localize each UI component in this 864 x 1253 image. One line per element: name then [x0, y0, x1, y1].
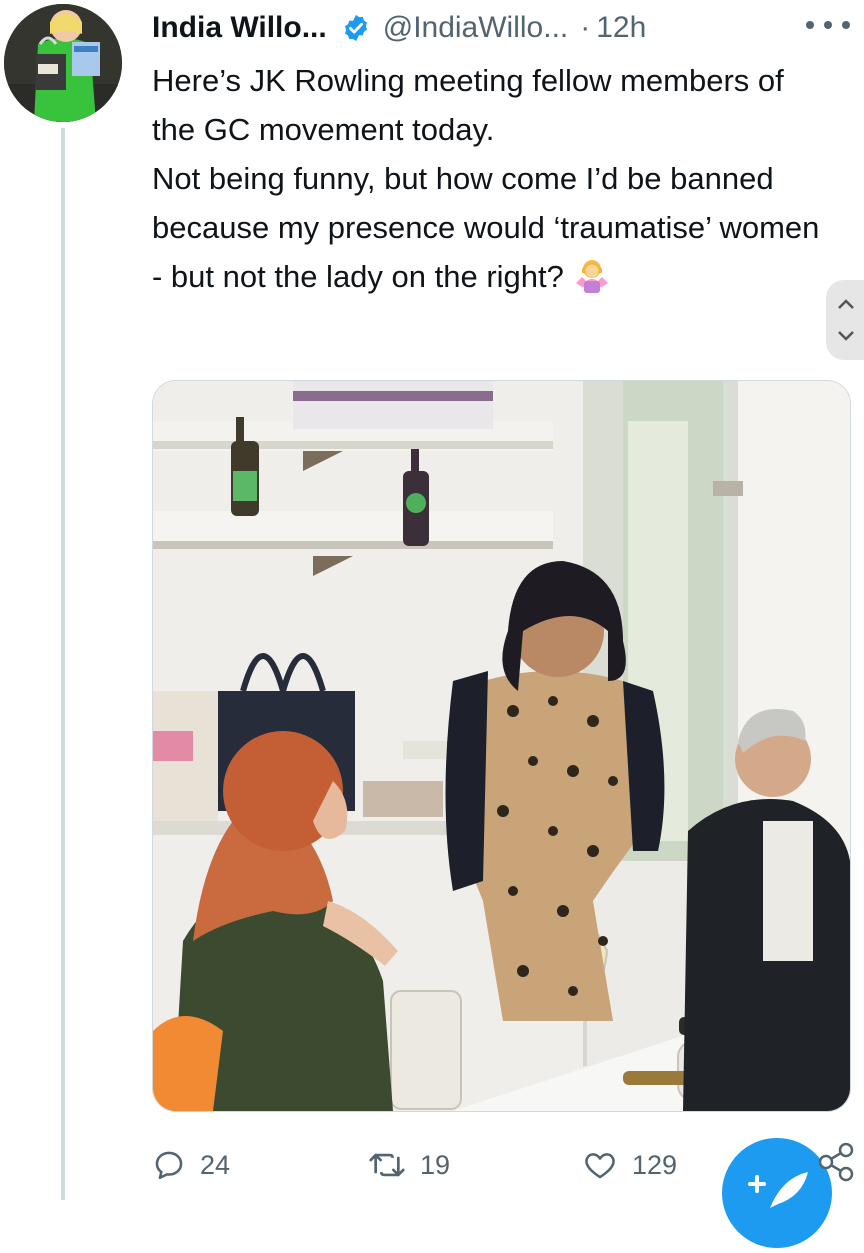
share-icon[interactable] — [812, 1140, 856, 1184]
heart-icon — [585, 1153, 615, 1179]
like-count: 129 — [632, 1149, 678, 1180]
side-scroll-control[interactable] — [826, 280, 864, 360]
retweet-count: 19 — [420, 1149, 451, 1180]
tweet-photo[interactable] — [152, 380, 851, 1112]
author-avatar[interactable] — [4, 4, 122, 122]
tweet-text-line-1: Here’s JK Rowling meeting fellow members… — [152, 63, 784, 147]
tweet-text-line-2-content: Not being funny, but how come I’d be ban… — [152, 161, 820, 294]
header-separator: · — [580, 11, 591, 44]
reply-icon — [155, 1151, 183, 1180]
like-button[interactable]: 129 — [582, 1140, 677, 1190]
tweet-text-line-2: Not being funny, but how come I’d be ban… — [152, 154, 832, 301]
thread-connector-line — [61, 128, 65, 1200]
avatar-image — [4, 4, 122, 122]
author-name[interactable]: India Willo... — [152, 11, 327, 45]
verified-badge-icon — [344, 14, 367, 42]
reply-button[interactable]: 24 — [152, 1140, 230, 1190]
tweet-timestamp[interactable]: 12h — [596, 11, 646, 45]
tweet-body: Here’s JK Rowling meeting fellow members… — [152, 56, 832, 301]
photo-image — [153, 381, 850, 1111]
reply-count: 24 — [200, 1149, 231, 1180]
retweet-icon — [369, 1153, 405, 1177]
author-handle[interactable]: @IndiaWillo... — [383, 11, 569, 45]
person-shrugging-emoji — [575, 260, 608, 293]
tweet-header: India Willo... @IndiaWillo... · 12h — [152, 6, 646, 50]
retweet-button[interactable]: 19 — [368, 1140, 450, 1190]
chevron-up-down-icon — [838, 299, 854, 341]
more-icon[interactable] — [806, 10, 850, 40]
